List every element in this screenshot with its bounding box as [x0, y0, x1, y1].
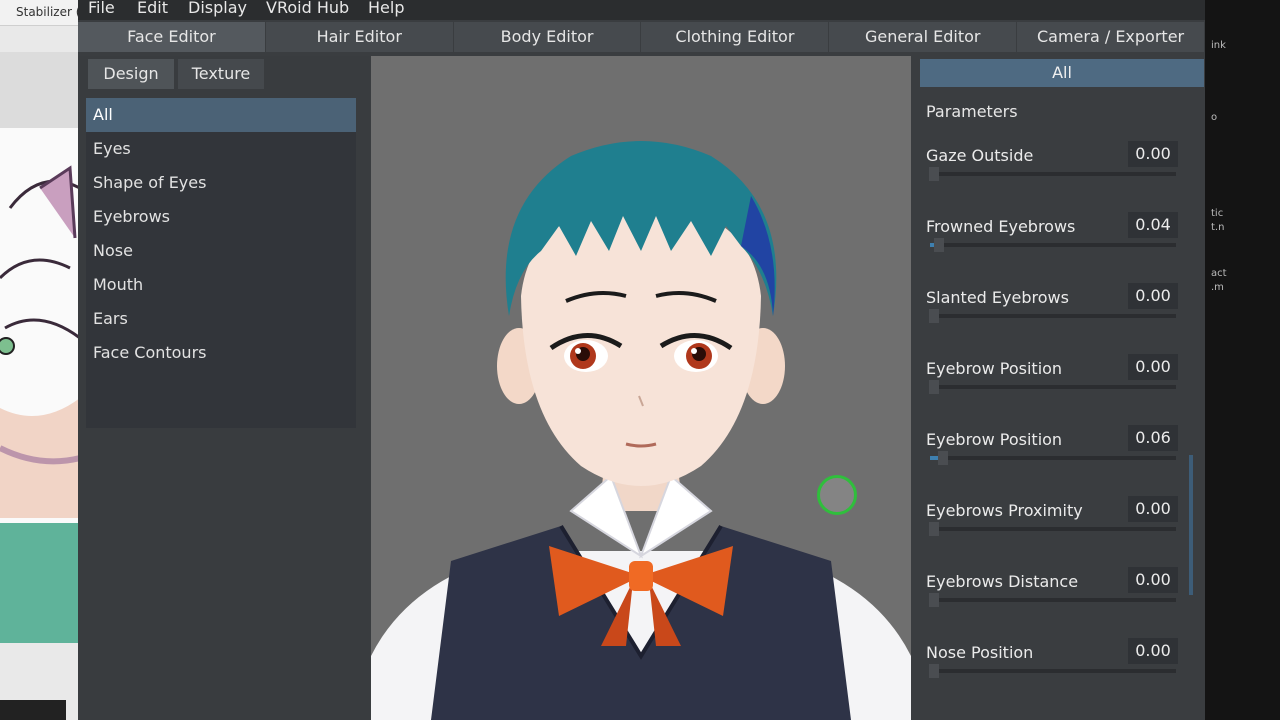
param-label: Nose Position	[926, 643, 1034, 662]
slider-thumb[interactable]	[929, 167, 939, 181]
param-slider[interactable]	[930, 451, 1176, 465]
slider-thumb[interactable]	[929, 593, 939, 607]
vroid-studio-window: File Edit Display VRoid Hub Help Face Ed…	[78, 0, 1205, 720]
background-sketch-art	[0, 165, 80, 643]
slider-thumb[interactable]	[938, 451, 949, 465]
editor-tab-bar: Face Editor Hair Editor Body Editor Clot…	[78, 22, 1205, 52]
param-label: Eyebrow Position	[926, 359, 1063, 378]
parameters-scrollbar[interactable]	[1189, 455, 1193, 595]
category-all[interactable]: All	[86, 98, 356, 132]
param-value-input[interactable]: 0.00	[1128, 141, 1178, 167]
menu-vroid-hub[interactable]: VRoid Hub	[266, 0, 349, 17]
background-text: ink	[1211, 40, 1226, 51]
tab-clothing-editor[interactable]: Clothing Editor	[641, 22, 830, 52]
background-text: o	[1211, 112, 1218, 123]
param-value-input[interactable]: 0.00	[1128, 496, 1178, 522]
category-ears[interactable]: Ears	[86, 302, 356, 336]
param-slider[interactable]	[929, 522, 1176, 536]
category-eyes[interactable]: Eyes	[86, 132, 356, 166]
category-shape-of-eyes[interactable]: Shape of Eyes	[86, 166, 356, 200]
parameters-group-header[interactable]: All	[920, 59, 1204, 87]
background-app-window: Stabilizer (	[0, 0, 80, 720]
tab-camera-exporter[interactable]: Camera / Exporter	[1017, 22, 1205, 52]
slider-thumb[interactable]	[929, 522, 939, 536]
param-nose-position: Nose Position 0.00	[926, 638, 1178, 703]
param-slanted-eyebrows: Slanted Eyebrows 0.00	[926, 283, 1178, 348]
param-gaze-outside: Gaze Outside 0.00	[926, 141, 1178, 206]
tab-design[interactable]: Design	[88, 59, 174, 89]
param-value-input[interactable]: 0.00	[1128, 283, 1178, 309]
background-toolbar	[0, 52, 80, 128]
menu-help[interactable]: Help	[368, 0, 404, 17]
param-label: Eyebrows Proximity	[926, 501, 1083, 520]
tab-face-editor[interactable]: Face Editor	[78, 22, 266, 52]
param-eyebrow-position: Eyebrow Position 0.00	[926, 354, 1178, 419]
category-eyebrows[interactable]: Eyebrows	[86, 200, 356, 234]
model-viewport[interactable]	[371, 56, 911, 720]
sub-tab-bar: Design Texture	[88, 59, 264, 89]
param-label: Slanted Eyebrows	[926, 288, 1069, 307]
parameters-panel: All Parameters Gaze Outside 0.00 Frowned…	[914, 56, 1205, 720]
param-slider[interactable]	[930, 238, 1176, 252]
slider-thumb[interactable]	[933, 238, 944, 252]
param-slider[interactable]	[929, 593, 1176, 607]
menu-file[interactable]: File	[88, 0, 115, 17]
param-eyebrows-distance: Eyebrows Distance 0.00	[926, 567, 1178, 632]
background-text: .m	[1211, 282, 1224, 293]
tab-general-editor[interactable]: General Editor	[829, 22, 1018, 52]
param-value-input[interactable]: 0.00	[1128, 354, 1178, 380]
param-value-input[interactable]: 0.00	[1128, 567, 1178, 593]
background-app-title: Stabilizer (	[0, 0, 80, 26]
menu-display[interactable]: Display	[188, 0, 247, 17]
background-status-strip	[0, 700, 66, 720]
param-slider[interactable]	[929, 664, 1176, 678]
param-frowned-eyebrows: Frowned Eyebrows 0.04	[926, 212, 1178, 277]
tab-texture[interactable]: Texture	[178, 59, 264, 89]
slider-thumb[interactable]	[929, 380, 939, 394]
menu-bar: File Edit Display VRoid Hub Help	[78, 0, 1205, 20]
background-text: t.n	[1211, 222, 1225, 233]
parameters-title: Parameters	[926, 102, 1018, 121]
param-slider[interactable]	[929, 380, 1176, 394]
param-eyebrow-position-2: Eyebrow Position 0.06	[926, 425, 1178, 490]
param-value-input[interactable]: 0.06	[1128, 425, 1178, 451]
slider-thumb[interactable]	[929, 664, 939, 678]
param-eyebrows-proximity: Eyebrows Proximity 0.00	[926, 496, 1178, 561]
category-mouth[interactable]: Mouth	[86, 268, 356, 302]
background-text: act	[1211, 268, 1227, 279]
param-value-input[interactable]: 0.00	[1128, 638, 1178, 664]
category-face-contours[interactable]: Face Contours	[86, 336, 356, 370]
tab-body-editor[interactable]: Body Editor	[454, 22, 642, 52]
cursor-highlight-icon	[817, 475, 857, 515]
param-slider[interactable]	[929, 309, 1176, 323]
category-nose[interactable]: Nose	[86, 234, 356, 268]
param-value-input[interactable]: 0.04	[1128, 212, 1178, 238]
tab-hair-editor[interactable]: Hair Editor	[266, 22, 454, 52]
background-right-window: ink o tic t.n act .m	[1205, 0, 1280, 720]
param-label: Eyebrow Position	[926, 430, 1063, 449]
param-label: Eyebrows Distance	[926, 572, 1079, 591]
slider-thumb[interactable]	[929, 309, 939, 323]
param-label: Frowned Eyebrows	[926, 217, 1076, 236]
param-label: Gaze Outside	[926, 146, 1034, 165]
avatar-model	[371, 141, 911, 720]
param-slider[interactable]	[929, 167, 1176, 181]
screen: Stabilizer ( ink o tic t.n act .m File E…	[0, 0, 1280, 720]
background-text: tic	[1211, 208, 1224, 219]
category-panel: Design Texture All Eyes Shape of Eyes Ey…	[78, 56, 370, 720]
category-list: All Eyes Shape of Eyes Eyebrows Nose Mou…	[86, 98, 356, 428]
menu-edit[interactable]: Edit	[137, 0, 168, 17]
